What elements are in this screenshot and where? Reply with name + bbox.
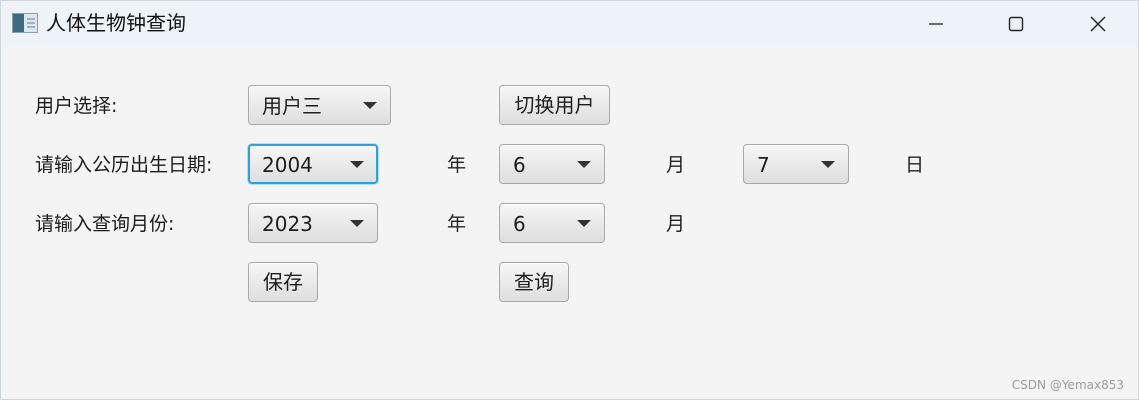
birth-month-combobox[interactable]: 6 — [499, 144, 605, 184]
close-button[interactable] — [1058, 1, 1138, 47]
chevron-down-icon — [350, 220, 364, 227]
birth-day-unit: 日 — [905, 154, 925, 176]
birth-day-value: 7 — [757, 153, 770, 177]
birth-year-value: 2004 — [262, 153, 313, 177]
minimize-icon — [929, 23, 943, 25]
save-button[interactable]: 保存 — [248, 262, 318, 302]
maximize-button[interactable] — [976, 1, 1056, 47]
birth-date-label: 请输入公历出生日期: — [35, 154, 213, 176]
title-bar[interactable]: 人体生物钟查询 — [1, 1, 1138, 47]
window-title: 人体生物钟查询 — [46, 11, 186, 35]
chevron-down-icon — [350, 161, 364, 168]
query-month-unit: 月 — [666, 213, 686, 235]
user-select-label: 用户选择: — [35, 95, 118, 117]
query-year-unit: 年 — [447, 213, 467, 235]
chevron-down-icon — [577, 161, 591, 168]
close-icon — [1090, 16, 1106, 32]
birth-year-unit: 年 — [447, 154, 467, 176]
switch-user-button[interactable]: 切换用户 — [499, 85, 610, 125]
chevron-down-icon — [363, 102, 377, 109]
query-month-combobox[interactable]: 6 — [499, 203, 605, 243]
birth-month-value: 6 — [513, 153, 526, 177]
chevron-down-icon — [577, 220, 591, 227]
birth-month-unit: 月 — [666, 154, 686, 176]
query-year-value: 2023 — [262, 212, 313, 236]
user-select-combobox[interactable]: 用户三 — [248, 85, 391, 125]
query-button[interactable]: 查询 — [499, 262, 569, 302]
birth-day-combobox[interactable]: 7 — [743, 144, 849, 184]
maximize-icon — [1008, 16, 1024, 32]
app-window-icon — [12, 13, 38, 33]
user-select-value: 用户三 — [262, 94, 322, 118]
watermark-text: CSDN @Yemax853 — [1011, 378, 1124, 392]
query-month-label: 请输入查询月份: — [35, 213, 175, 235]
minimize-button[interactable] — [896, 1, 976, 47]
chevron-down-icon — [821, 161, 835, 168]
query-month-value: 6 — [513, 212, 526, 236]
query-year-combobox[interactable]: 2023 — [248, 203, 378, 243]
birth-year-combobox[interactable]: 2004 — [248, 144, 378, 184]
app-window: 人体生物钟查询 用户选择: 用户三 切换用户 请输入公历出生日期: 2004 年 — [0, 0, 1139, 400]
